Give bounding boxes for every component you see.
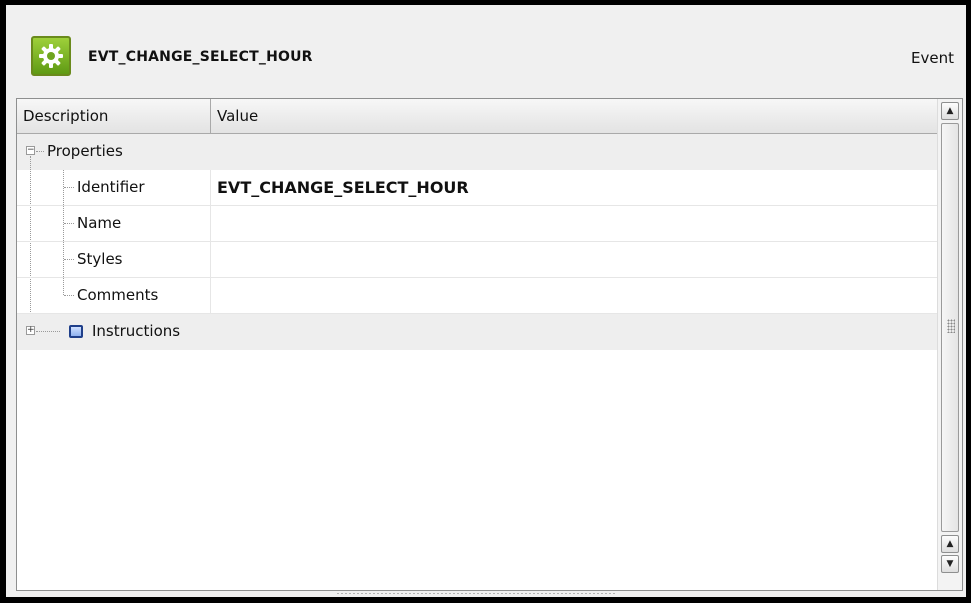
group-row-instructions[interactable]: + Instructions [17,314,937,350]
property-label-identifier: Identifier [77,178,145,196]
scroll-down-icon[interactable]: ▼ [941,555,959,573]
grid-header: Description Value [17,99,937,134]
property-row-comments[interactable]: Comments [17,278,937,314]
property-row-identifier[interactable]: Identifier EVT_CHANGE_SELECT_HOUR [17,170,937,206]
instructions-icon [69,325,83,338]
grip-icon [947,319,955,333]
group-label-instructions: Instructions [92,322,181,340]
cell-divider [210,170,211,206]
gear-icon [31,36,71,76]
property-row-styles[interactable]: Styles [17,242,937,278]
collapse-icon[interactable]: − [26,146,35,155]
tree-connector [36,151,44,152]
group-label-properties: Properties [47,142,123,160]
cell-divider [210,278,211,314]
tree-connector [36,331,60,332]
scroll-up-icon[interactable]: ▲ [941,102,959,120]
header: EVT_CHANGE_SELECT_HOUR Event [6,5,966,97]
object-type-label: Event [911,49,954,67]
event-title: EVT_CHANGE_SELECT_HOUR [88,49,313,65]
tree-connector [64,295,74,296]
property-value-identifier[interactable]: EVT_CHANGE_SELECT_HOUR [217,170,469,205]
property-row-name[interactable]: Name [17,206,937,242]
scrollbar-thumb[interactable] [941,123,959,532]
property-label-styles: Styles [77,250,123,268]
vertical-scrollbar[interactable]: ▲ ▲ ▼ [937,99,962,590]
property-label-name: Name [77,214,122,232]
tree-connector [64,187,74,188]
tree-connector [64,223,74,224]
column-header-description[interactable]: Description [17,99,210,133]
property-label-comments: Comments [77,286,159,304]
property-grid-panel: Description Value − Properties Identifie… [16,98,963,591]
column-header-value[interactable]: Value [211,99,911,133]
scroll-up-icon[interactable]: ▲ [941,535,959,553]
expand-icon[interactable]: + [26,326,35,335]
cell-divider [210,206,211,242]
group-row-properties[interactable]: − Properties [17,134,937,170]
property-window: EVT_CHANGE_SELECT_HOUR Event Description… [6,5,966,597]
cell-divider [210,242,211,278]
property-grid: Description Value − Properties Identifie… [17,99,937,590]
tree-connector [64,259,74,260]
resize-grip-icon[interactable] [336,592,616,595]
